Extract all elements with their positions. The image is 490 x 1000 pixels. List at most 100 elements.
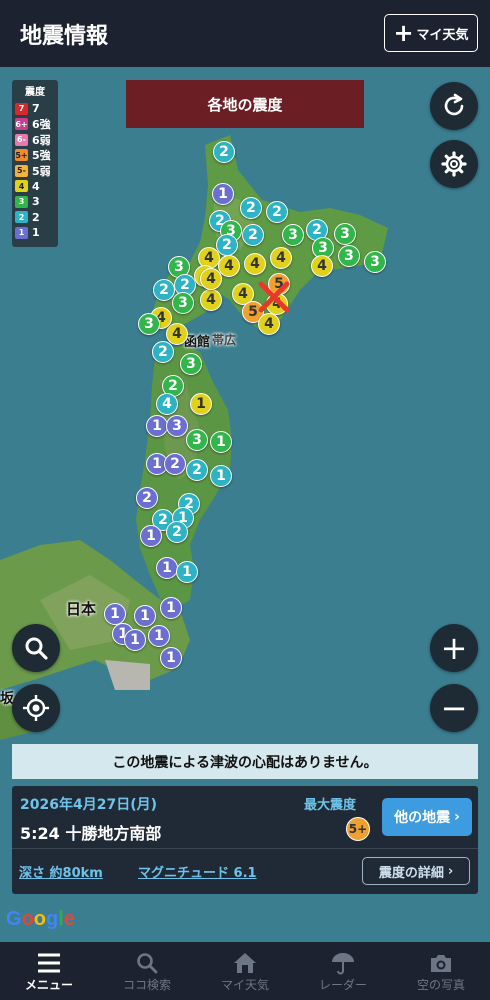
tab-label: 空の写真 (416, 977, 465, 992)
minus-icon: − (440, 689, 468, 727)
intensity-marker[interactable]: 2 (242, 224, 264, 246)
intensity-detail-button[interactable]: 震度の詳細 › (362, 857, 470, 885)
google-letter: o (21, 908, 34, 930)
intensity-marker[interactable]: 3 (138, 313, 160, 335)
intensity-marker[interactable]: 1 (210, 431, 232, 453)
intensity-marker[interactable]: 1 (160, 597, 182, 619)
intensity-marker[interactable]: 4 (311, 255, 333, 277)
intensity-marker[interactable]: 4 (200, 268, 222, 290)
intensity-marker[interactable]: 2 (240, 197, 262, 219)
search-icon (137, 952, 158, 973)
intensity-marker[interactable]: 1 (156, 557, 178, 579)
intensity-detail-label: 震度の詳細 (378, 865, 444, 881)
legend-row: 77 (12, 101, 58, 117)
intensity-marker[interactable]: 3 (172, 292, 194, 314)
intensity-marker[interactable]: 4 (166, 323, 188, 345)
zoom-in-button[interactable]: + (430, 624, 478, 672)
tab-menu[interactable]: メニュー (0, 942, 98, 1000)
intensity-marker[interactable]: 1 (160, 647, 182, 669)
add-my-weather-button[interactable]: + マイ天気 (384, 14, 478, 52)
legend-label: 7 (32, 102, 40, 116)
quake-info-card: 2026年4月27日(月) 5:24 十勝地方南部 最大震度 5+ 他の地震 ›… (12, 786, 478, 894)
umbrella-icon (332, 952, 354, 974)
zoom-out-button[interactable]: − (430, 684, 478, 732)
intensity-marker[interactable]: 3 (166, 415, 188, 437)
tab-search[interactable]: ココ検索 (98, 942, 196, 1000)
intensity-marker[interactable]: 2 (164, 453, 186, 475)
intensity-marker[interactable]: 4 (218, 255, 240, 277)
other-quakes-label: 他の地震 (394, 810, 451, 826)
chevron-right-icon: › (454, 809, 460, 825)
intensity-marker[interactable]: 3 (334, 223, 356, 245)
intensity-marker[interactable]: 1 (140, 525, 162, 547)
intensity-marker[interactable]: 1 (190, 393, 212, 415)
intensity-marker[interactable]: 3 (282, 224, 304, 246)
intensity-marker[interactable]: 1 (176, 561, 198, 583)
tsunami-notice: この地震による津波の心配はありません。 (12, 744, 478, 779)
intensity-marker[interactable]: 1 (124, 629, 146, 651)
intensity-marker[interactable]: 2 (153, 279, 175, 301)
legend-row: 5+ 5強 (12, 148, 58, 164)
quake-depth-link[interactable]: 深さ 約80km (19, 862, 103, 881)
intensity-marker[interactable]: 1 (146, 415, 168, 437)
intensity-marker[interactable]: 4 (270, 247, 292, 269)
camera-icon (431, 954, 451, 972)
quake-magnitude-link[interactable]: マグニチュード 6.1 (138, 862, 257, 881)
intensity-marker[interactable]: 2 (186, 459, 208, 481)
intensity-marker[interactable]: 4 (200, 289, 222, 311)
intensity-marker[interactable]: 2 (216, 234, 238, 256)
plus-icon: + (393, 19, 414, 47)
legend-row: 5- 5弱 (12, 163, 58, 179)
legend-swatch: 1 (15, 226, 28, 239)
app-header: 地震情報 + マイ天気 (0, 0, 490, 67)
legend-swatch: 7 (15, 102, 28, 115)
tab-my-weather[interactable]: マイ天気 (196, 942, 294, 1000)
intensity-marker[interactable]: 2 (266, 201, 288, 223)
intensity-marker[interactable]: 2 (152, 341, 174, 363)
intensity-marker[interactable]: 3 (180, 353, 202, 375)
intensity-marker[interactable]: 4 (244, 253, 266, 275)
legend-swatch: 6- (15, 133, 28, 146)
intensity-marker[interactable]: 1 (210, 465, 232, 487)
card-divider (12, 848, 478, 849)
menu-icon (38, 953, 60, 972)
tab-label: レーダー (318, 977, 367, 992)
legend-row: 22 (12, 210, 58, 226)
tab-radar[interactable]: レーダー (294, 942, 392, 1000)
current-location-button[interactable] (12, 684, 60, 732)
settings-button[interactable] (430, 140, 478, 188)
intensity-marker[interactable]: 4 (258, 313, 280, 335)
intensity-marker[interactable]: 1 (104, 603, 126, 625)
tab-sky-photos[interactable]: 空の写真 (392, 942, 490, 1000)
other-quakes-button[interactable]: 他の地震 › (382, 798, 472, 836)
legend-label: 1 (32, 226, 40, 240)
legend-label: 3 (32, 195, 40, 209)
place-label-nihon: 日本 (66, 600, 97, 618)
legend-row: 11 (12, 225, 58, 241)
intensity-marker[interactable]: 2 (166, 521, 188, 543)
intensity-marker[interactable]: 4 (156, 393, 178, 415)
intensity-marker[interactable]: 1 (212, 183, 234, 205)
intensity-legend: 震度 77 6+ 6強 6- 6弱 5+ 5強 5- 5弱 44 33 22 11 (12, 80, 58, 247)
gear-icon (441, 151, 467, 177)
legend-label: 5強 (32, 149, 51, 163)
intensity-marker[interactable]: 3 (186, 429, 208, 451)
intensity-marker[interactable]: 3 (364, 251, 386, 273)
intensity-marker[interactable]: 3 (338, 245, 360, 267)
map-search-button[interactable] (12, 624, 60, 672)
legend-swatch: 6+ (15, 118, 28, 131)
intensity-marker[interactable]: 1 (148, 625, 170, 647)
tab-label: メニュー (24, 977, 73, 992)
google-letter: G (6, 908, 22, 930)
max-intensity-badge: 5+ (346, 817, 370, 841)
legend-swatch: 4 (15, 180, 28, 193)
quake-date: 2026年4月27日(月) (20, 797, 157, 813)
intensity-marker[interactable]: 2 (136, 487, 158, 509)
epicenter-cross-icon (258, 281, 290, 313)
intensity-marker[interactable]: 1 (134, 605, 156, 627)
refresh-button[interactable] (430, 82, 478, 130)
place-label-obihiro: 帯広 (212, 333, 237, 347)
home-icon (234, 952, 256, 973)
legend-row: 6+ 6強 (12, 117, 58, 133)
intensity-marker[interactable]: 2 (213, 141, 235, 163)
